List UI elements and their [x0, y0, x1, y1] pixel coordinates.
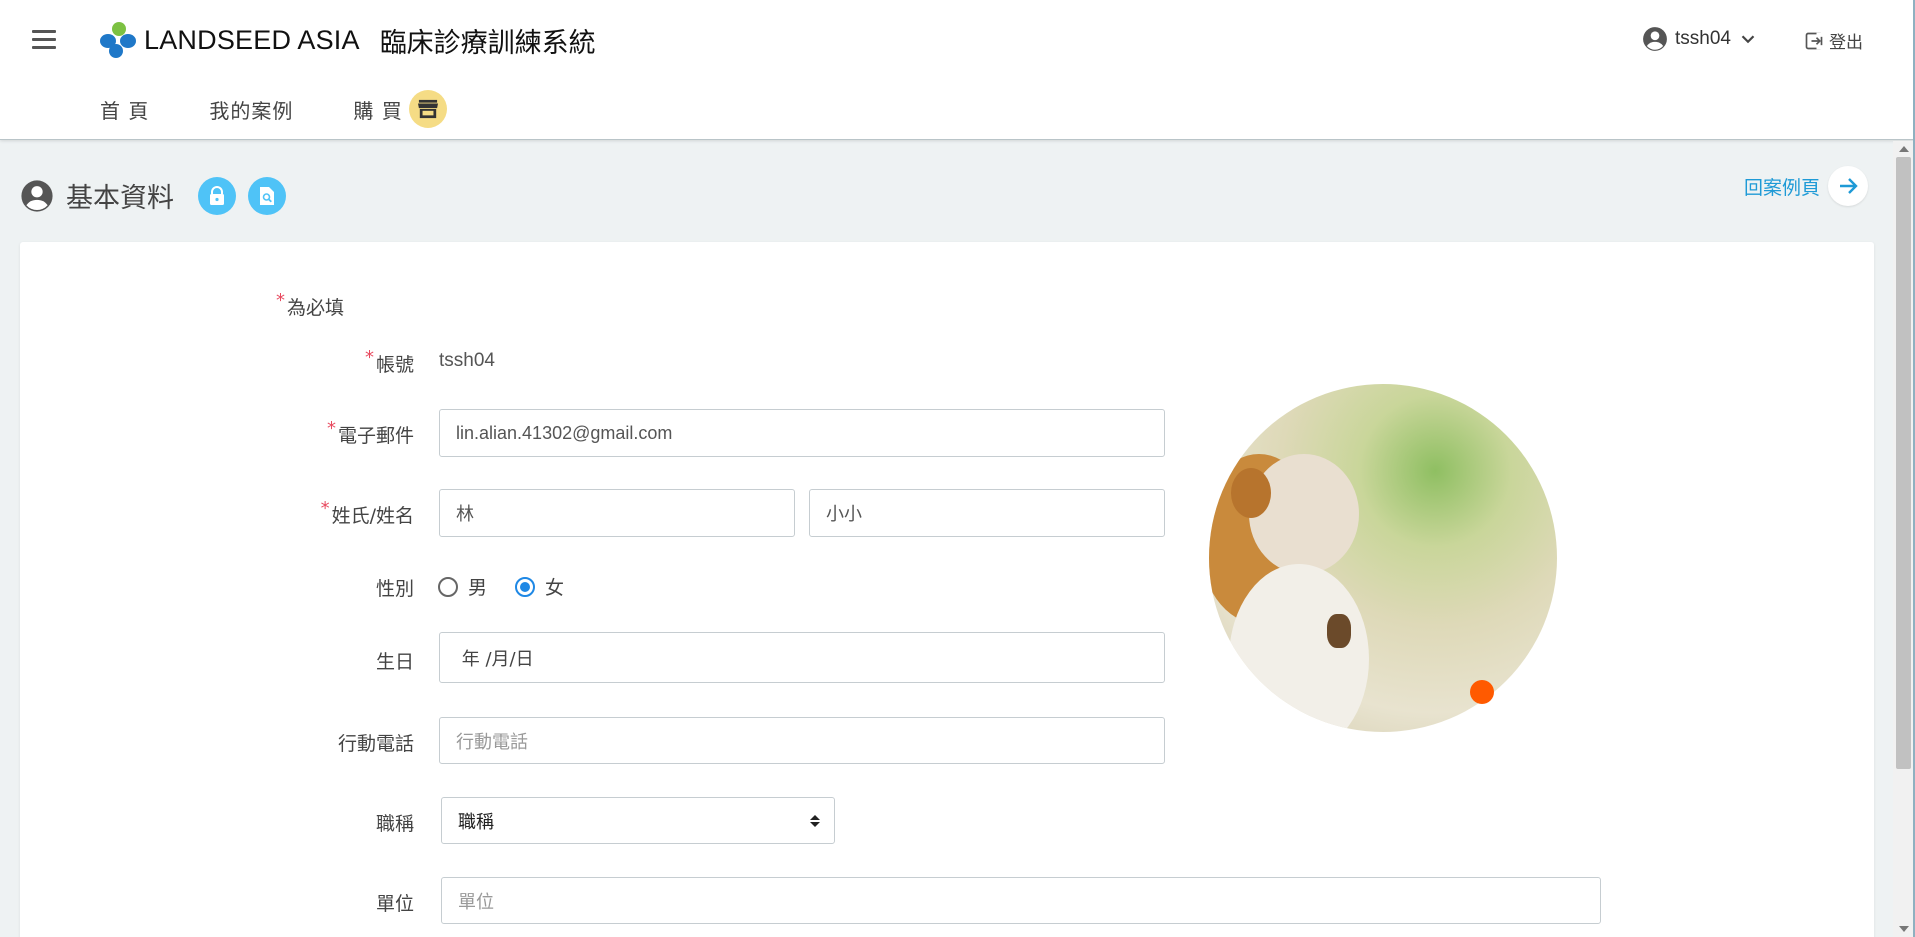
required-note: * 為必填 — [276, 290, 345, 320]
first-name-field[interactable]: 小小 — [809, 489, 1165, 537]
profile-avatar[interactable] — [1209, 384, 1557, 732]
scroll-down-icon[interactable] — [1899, 926, 1909, 932]
name-label-text: 姓氏/姓名 — [331, 505, 414, 527]
radio-checked-icon — [515, 576, 535, 597]
hamburger-menu-icon[interactable] — [32, 30, 56, 50]
required-star: * — [326, 418, 336, 439]
page-title: 基本資料 — [66, 183, 174, 214]
view-record-button[interactable] — [248, 176, 286, 215]
select-arrows-icon — [810, 814, 820, 827]
main-nav: 首 頁 我的案例 購 買 — [100, 90, 447, 128]
logout-label: 登出 — [1829, 33, 1863, 53]
account-label: * 帳號 — [214, 347, 414, 377]
gender-female-radio[interactable]: 女 — [515, 573, 564, 600]
email-label-text: 電子郵件 — [337, 425, 414, 447]
back-to-cases-label: 回案例頁 — [1744, 176, 1821, 199]
nav-my-cases[interactable]: 我的案例 — [209, 95, 293, 124]
lock-icon — [210, 185, 224, 205]
document-search-icon — [260, 186, 274, 205]
name-label: * 姓氏/姓名 — [214, 498, 414, 528]
gender-male-radio[interactable]: 男 — [438, 573, 487, 600]
email-label: * 電子郵件 — [214, 418, 414, 448]
account-circle-icon — [1643, 27, 1667, 51]
page-scrollbar[interactable] — [1893, 141, 1915, 937]
user-menu[interactable]: tssh04 — [1642, 26, 1759, 52]
unit-label: 單位 — [375, 893, 414, 915]
nav-buy-label: 購 買 — [353, 98, 403, 123]
scroll-up-icon[interactable] — [1899, 146, 1909, 152]
required-star: * — [320, 498, 330, 519]
mobile-label: 行動電話 — [337, 733, 414, 755]
nav-home[interactable]: 首 頁 — [100, 95, 149, 124]
account-value: tssh04 — [439, 350, 495, 371]
last-name-field[interactable]: 林 — [439, 489, 795, 537]
change-password-button[interactable] — [198, 176, 236, 215]
logout-button[interactable]: 登出 — [1804, 28, 1863, 53]
job-title-selected: 職稱 — [458, 811, 494, 833]
account-label-text: 帳號 — [375, 354, 414, 376]
birthday-label: 生日 — [375, 651, 414, 673]
required-star: * — [276, 290, 285, 311]
job-title-label: 職稱 — [375, 813, 414, 835]
mobile-field[interactable]: 行動電話 — [439, 717, 1165, 764]
unit-field[interactable]: 單位 — [441, 877, 1601, 924]
page-header: 基本資料 — [20, 176, 286, 215]
birthday-field[interactable]: 年 /月/日 — [439, 632, 1165, 683]
username: tssh04 — [1675, 28, 1731, 49]
gender-female-label: 女 — [545, 577, 565, 599]
edit-avatar-button[interactable] — [1470, 680, 1494, 704]
required-star: * — [364, 347, 374, 368]
app-header: LANDSEED ASIA 臨床診療訓練系統 tssh04 登出 首 頁 我的案… — [0, 0, 1915, 140]
gender-label: 性別 — [375, 578, 414, 600]
system-name: 臨床診療訓練系統 — [379, 27, 596, 59]
landseed-logo — [100, 22, 138, 58]
back-to-cases-link[interactable]: 回案例頁 — [1744, 166, 1869, 206]
chevron-down-icon — [1741, 35, 1755, 44]
arrow-right-icon — [1828, 166, 1869, 206]
account-circle-icon — [21, 179, 53, 212]
required-note-text: 為必填 — [287, 297, 345, 319]
scroll-thumb[interactable] — [1896, 157, 1911, 769]
brand-name: LANDSEED ASIA — [144, 24, 360, 55]
email-field[interactable]: lin.alian.41302@gmail.com — [439, 409, 1165, 457]
brand[interactable]: LANDSEED ASIA 臨床診療訓練系統 — [100, 20, 596, 60]
radio-unchecked-icon — [438, 576, 458, 597]
job-title-select[interactable]: 職稱 — [441, 797, 835, 844]
store-icon — [408, 90, 447, 128]
gender-male-label: 男 — [468, 577, 488, 599]
nav-buy[interactable]: 購 買 — [353, 90, 447, 128]
logout-icon — [1805, 32, 1824, 49]
